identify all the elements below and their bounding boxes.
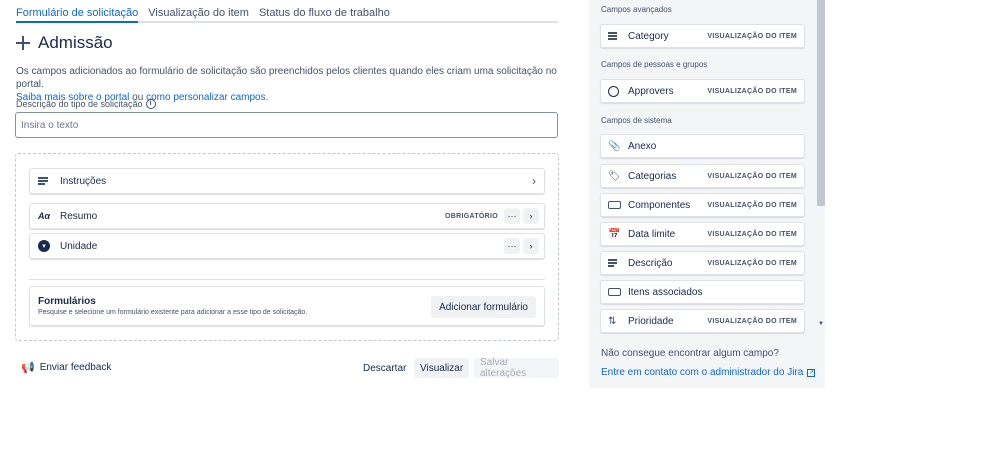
section-title: Campos de pessoas e grupos: [601, 60, 708, 69]
panel-field-label: Prioridade: [628, 315, 674, 327]
required-badge: OBRIGATÓRIO: [445, 212, 498, 220]
tag-icon: 🏷: [608, 170, 621, 182]
field-label: Unidade: [60, 240, 98, 252]
panel-field-label: Categorias: [628, 170, 677, 182]
panel-field-attachment[interactable]: 📎 Anexo: [600, 134, 805, 158]
lines-icon: [38, 177, 60, 185]
panel-field-categories[interactable]: 🏷 Categorias VISUALIZAÇÃO DO ITEM: [600, 164, 805, 188]
footer: 📢 Enviar feedback Descartar Visualizar S…: [16, 357, 559, 379]
field-row-instructions[interactable]: Instruções ›: [29, 168, 545, 194]
priority-icon: ⇅: [608, 315, 617, 327]
forms-title: Formulários: [38, 296, 96, 307]
scrollbar-thumb[interactable]: [817, 0, 825, 206]
item-view-badge: VISUALIZAÇÃO DO ITEM: [707, 230, 797, 238]
customize-fields-link[interactable]: como personalizar campos.: [146, 92, 268, 103]
request-type-label: Descrição do tipo de solicitação i: [16, 99, 156, 109]
request-type-description-input[interactable]: [15, 112, 558, 138]
more-options-button[interactable]: ···: [504, 208, 520, 224]
tab-request-form[interactable]: Formulário de solicitação: [16, 0, 139, 23]
field-label: Instruções: [60, 175, 107, 187]
component-icon: [608, 288, 628, 296]
user-icon: [608, 85, 628, 97]
panel-field-linked-items[interactable]: Itens associados: [600, 280, 805, 304]
cant-find-text: Não consegue encontrar algum campo?: [601, 348, 779, 359]
description-text: Os campos adicionados ao formulário de s…: [16, 66, 557, 90]
panel-field-label: Descrição: [628, 257, 673, 269]
preview-button[interactable]: Visualizar: [414, 358, 470, 378]
lines-icon: [608, 259, 628, 267]
item-view-badge: VISUALIZAÇÃO DO ITEM: [707, 87, 797, 95]
panel-field-label: Category: [628, 30, 669, 42]
plus-icon[interactable]: [15, 35, 31, 51]
discard-button[interactable]: Descartar: [357, 358, 412, 378]
panel-field-label: Anexo: [628, 140, 657, 152]
field-row-unit[interactable]: ▾ Unidade ··· ›: [29, 233, 545, 259]
component-icon: [608, 201, 628, 209]
page-title: Admissão: [38, 33, 113, 52]
item-view-badge: VISUALIZAÇÃO DO ITEM: [707, 32, 797, 40]
contact-admin-link[interactable]: Entre em contato com o administrador do …: [601, 367, 816, 378]
item-view-badge: VISUALIZAÇÃO DO ITEM: [707, 172, 797, 180]
item-view-badge: VISUALIZAÇÃO DO ITEM: [707, 259, 797, 267]
panel-field-category[interactable]: Category VISUALIZAÇÃO DO ITEM: [600, 24, 805, 48]
field-label: Resumo: [60, 210, 98, 222]
item-view-badge: VISUALIZAÇÃO DO ITEM: [707, 201, 797, 209]
external-link-icon: ↗: [807, 368, 816, 377]
dropdown-icon: ▾: [38, 240, 60, 252]
panel-field-priority[interactable]: ⇅ Prioridade VISUALIZAÇÃO DO ITEM: [600, 309, 805, 333]
field-row-summary[interactable]: Aα Resumo OBRIGATÓRIO ··· ›: [29, 203, 545, 229]
title-row: Admissão: [15, 33, 113, 53]
feedback-button[interactable]: 📢 Enviar feedback: [21, 361, 111, 374]
megaphone-icon: 📢: [21, 362, 35, 374]
forms-card: Formulários Pesquise e selecione um form…: [29, 286, 545, 326]
expand-button[interactable]: ›: [523, 238, 539, 254]
item-view-badge: VISUALIZAÇÃO DO ITEM: [707, 317, 797, 325]
divider: [29, 279, 545, 280]
panel-field-due-date[interactable]: 📅 Data limite VISUALIZAÇÃO DO ITEM: [600, 222, 805, 246]
calendar-icon: 📅: [608, 228, 621, 240]
tab-workflow-status[interactable]: Status do fluxo de trabalho: [259, 0, 390, 23]
panel-field-approvers[interactable]: Approvers VISUALIZAÇÃO DO ITEM: [600, 79, 805, 103]
more-options-button[interactable]: ···: [504, 238, 520, 254]
tab-bar: Formulário de solicitação Visualização d…: [16, 0, 558, 23]
section-title: Campos avançados: [601, 5, 672, 14]
chevron-right-icon[interactable]: ›: [532, 174, 536, 188]
expand-button[interactable]: ›: [523, 208, 539, 224]
scroll-down-icon[interactable]: ▼: [818, 321, 824, 327]
text-icon: Aα: [38, 211, 51, 221]
panel-field-label: Itens associados: [628, 286, 703, 298]
section-title: Campos de sistema: [601, 116, 672, 125]
request-type-label-text: Descrição do tipo de solicitação: [16, 99, 143, 109]
add-form-button[interactable]: Adicionar formulário: [431, 296, 536, 318]
panel-field-label: Data limite: [628, 228, 676, 240]
contact-admin-label: Entre em contato com o administrador do …: [601, 367, 804, 378]
lines-icon: [608, 32, 628, 40]
feedback-label: Enviar feedback: [39, 362, 112, 373]
paperclip-icon: 📎: [608, 140, 621, 152]
panel-field-description[interactable]: Descrição VISUALIZAÇÃO DO ITEM: [600, 251, 805, 275]
panel-field-components[interactable]: Componentes VISUALIZAÇÃO DO ITEM: [600, 193, 805, 217]
forms-subtitle: Pesquise e selecione um formulário exist…: [38, 309, 308, 316]
save-changes-button[interactable]: Salvar alterações: [474, 357, 559, 379]
info-icon[interactable]: i: [145, 99, 156, 109]
panel-field-label: Approvers: [628, 85, 674, 97]
panel-field-label: Componentes: [628, 199, 691, 211]
tab-item-view[interactable]: Visualização do item: [148, 0, 249, 23]
